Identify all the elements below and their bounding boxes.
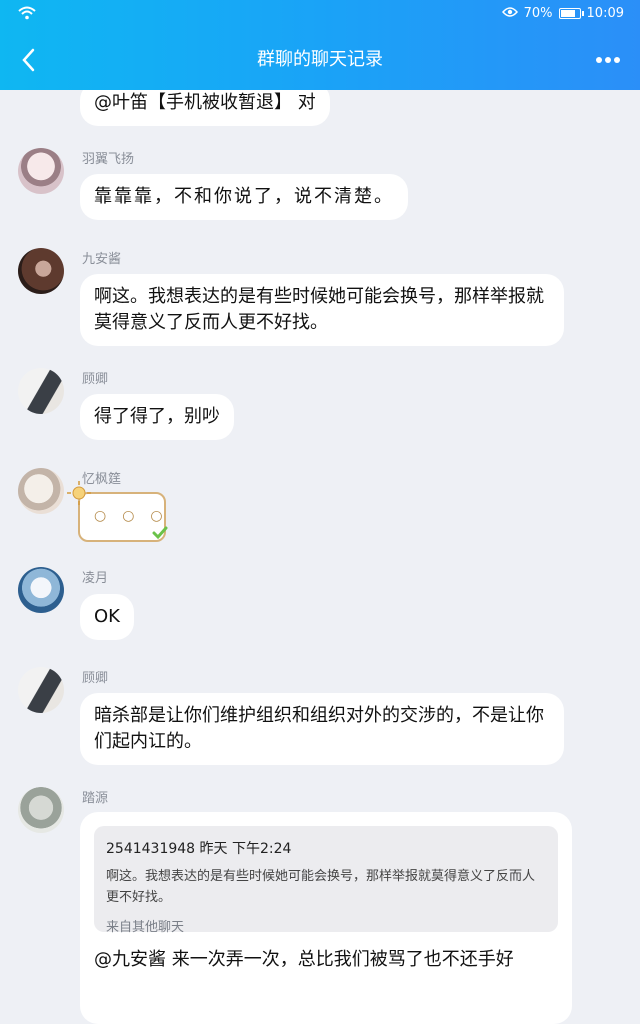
page-title: 群聊的聊天记录 <box>257 49 383 70</box>
eye-icon <box>501 6 518 21</box>
sender-name: 凌月 <box>82 571 109 586</box>
avatar[interactable] <box>18 567 64 613</box>
quoted-message[interactable]: 2541431948 昨天 下午2:24 啊这。我想表达的是有些时候她可能会换号… <box>94 826 558 935</box>
sender-name: 踏源 <box>82 791 109 806</box>
ellipsis-dots: ○○○ <box>94 508 179 524</box>
wifi-icon <box>18 6 36 24</box>
message-bubble[interactable]: 靠靠靠，不和你说了，说不清楚。 <box>80 174 408 220</box>
avatar[interactable] <box>18 667 64 713</box>
clock: 10:09 <box>586 6 624 21</box>
sender-name: 顾卿 <box>82 372 109 387</box>
message-bubble[interactable]: @叶笛【手机被收暂退】 对 <box>80 90 330 126</box>
avatar[interactable] <box>18 248 64 294</box>
sender-name: 九安酱 <box>82 252 122 267</box>
top-bar: 70% 10:09 群聊的聊天记录 <box>0 0 640 90</box>
message-bubble[interactable]: 啊这。我想表达的是有些时候她可能会换号，那样举报就莫得意义了反而人更不好找。 <box>80 274 564 346</box>
sun-icon <box>66 480 92 510</box>
message-bubble[interactable]: 暗杀部是让你们维护组织和组织对外的交涉的，不是让你们起内讧的。 <box>80 693 564 765</box>
avatar[interactable] <box>18 368 64 414</box>
reply-text: @九安酱 来一次弄一次，总比我们被骂了也不还手好 <box>94 949 514 970</box>
sender-name: 顾卿 <box>82 671 109 686</box>
more-dots-icon <box>596 57 620 63</box>
message-bubble[interactable]: OK <box>80 594 134 640</box>
quote-text: 啊这。我想表达的是有些时候她可能会换号，那样举报就莫得意义了反而人更不好找。 <box>106 869 536 905</box>
check-icon <box>152 525 168 544</box>
avatar[interactable] <box>18 148 64 194</box>
more-button[interactable] <box>592 46 624 74</box>
quote-source: 来自其他聊天 <box>106 920 185 935</box>
avatar[interactable] <box>18 468 64 514</box>
battery-icon <box>558 8 584 19</box>
status-bar: 70% 10:09 <box>0 0 640 30</box>
nav-bar: 群聊的聊天记录 <box>0 30 640 90</box>
sender-name: 羽翼飞扬 <box>82 152 135 167</box>
avatar[interactable] <box>18 787 64 833</box>
battery-percent: 70% <box>523 6 553 21</box>
quote-header: 2541431948 昨天 下午2:24 <box>106 841 292 857</box>
chat-history[interactable]: @叶笛【手机被收暂退】 对 羽翼飞扬 靠靠靠，不和你说了，说不清楚。 九安酱 啊… <box>0 90 640 1024</box>
message-bubble[interactable]: 得了得了，别吵 <box>80 394 234 440</box>
message-bubble[interactable]: 2541431948 昨天 下午2:24 啊这。我想表达的是有些时候她可能会换号… <box>80 812 572 1024</box>
sticker-bubble[interactable]: ○○○ <box>67 481 168 544</box>
